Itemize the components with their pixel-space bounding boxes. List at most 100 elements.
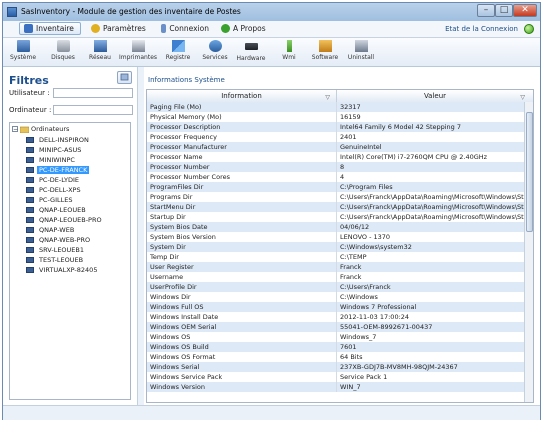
- minimize-button[interactable]: –: [477, 4, 495, 17]
- table-row[interactable]: Username Franck: [147, 272, 524, 282]
- app-window: SasInventory - Module de gestion des inv…: [2, 2, 541, 420]
- tool-uninstall[interactable]: Uninstall: [341, 40, 381, 66]
- table-row[interactable]: Windows OS Windows_7: [147, 332, 524, 342]
- table-row[interactable]: Windows OS Build 7601: [147, 342, 524, 352]
- table-row[interactable]: Programs Dir C:\Users\Franck\AppData\Roam…: [147, 192, 524, 202]
- tool-imprimantes[interactable]: Imprimantes: [118, 40, 158, 66]
- cell-information: Windows Install Date: [147, 312, 337, 322]
- app-icon: [7, 7, 17, 17]
- table-row[interactable]: Windows OEM Serial 55041-OEM-8992671-0043…: [147, 322, 524, 332]
- cell-information: Startup Dir: [147, 212, 337, 222]
- computer-icon: [26, 207, 34, 213]
- tree-item-computer[interactable]: QNAP-WEB-PRO: [26, 235, 92, 245]
- table-row[interactable]: Processor Frequency 2401: [147, 132, 524, 142]
- cell-information: Windows OS Format: [147, 352, 337, 362]
- tree-item-computer[interactable]: PC-DELL-XPS: [26, 185, 83, 195]
- cell-information: Processor Name: [147, 152, 337, 162]
- computer-icon: [26, 197, 34, 203]
- computer-icon: [26, 217, 34, 223]
- registry-icon: [171, 40, 185, 52]
- tool-wmi[interactable]: Wmi: [269, 40, 309, 66]
- column-header-value[interactable]: Valeur ▽: [337, 90, 533, 102]
- table-row[interactable]: Windows Dir C:\Windows: [147, 292, 524, 302]
- table-row[interactable]: Windows Full OS Windows 7 Professional: [147, 302, 524, 312]
- scrollbar-thumb[interactable]: [526, 112, 533, 232]
- tree-item-computer[interactable]: VIRTUALXP-82405: [26, 265, 99, 275]
- tool-services[interactable]: Services: [195, 40, 235, 66]
- tree-item-computer[interactable]: QNAP-LEOUEB: [26, 205, 88, 215]
- table-row[interactable]: Processor Number Cores 4: [147, 172, 524, 182]
- table-row[interactable]: ProgramFiles Dir C:\Program Files: [147, 182, 524, 192]
- tool-disques[interactable]: Disques: [43, 40, 83, 66]
- table-row[interactable]: System Bios Version LENOVO - 1370: [147, 232, 524, 242]
- tree-item-computer[interactable]: MINIWINPC: [26, 155, 77, 165]
- tool-hardware[interactable]: Hardware: [231, 40, 271, 66]
- tool-reseau[interactable]: Réseau: [80, 40, 120, 66]
- cell-information: Physical Memory (Mo): [147, 112, 337, 122]
- vertical-scrollbar[interactable]: [524, 102, 533, 402]
- table-row[interactable]: UserProfile Dir C:\Users\Franck: [147, 282, 524, 292]
- cell-value: C:\Windows: [340, 293, 378, 301]
- close-button[interactable]: ✕: [513, 4, 537, 17]
- table-row[interactable]: Physical Memory (Mo) 16159: [147, 112, 524, 122]
- tree-item-selected[interactable]: PC-DE-FRANCK: [26, 165, 90, 175]
- table-row[interactable]: Processor Number 8: [147, 162, 524, 172]
- about-icon: [221, 24, 230, 33]
- table-row[interactable]: StartMenu Dir C:\Users\Franck\AppData\Roa…: [147, 202, 524, 212]
- menu-parametres[interactable]: Paramètres: [87, 22, 151, 35]
- computer-icon: [26, 227, 34, 233]
- tool-systeme[interactable]: Système: [3, 40, 43, 66]
- menu-a-propos[interactable]: A Propos: [217, 22, 273, 35]
- printer-icon: [131, 40, 145, 52]
- tree-item-computer[interactable]: SRV-LEOUEB1: [26, 245, 86, 255]
- computers-tree[interactable]: − Ordinateurs DELL-INSPIRON MINIPC-ASUS …: [9, 122, 131, 400]
- computer-input[interactable]: [53, 105, 133, 115]
- tree-root[interactable]: − Ordinateurs: [12, 125, 69, 133]
- tree-item-computer[interactable]: TEST-LEOUEB: [26, 255, 85, 265]
- tree-item-computer[interactable]: QNAP-WEB: [26, 225, 76, 235]
- tool-software[interactable]: Software: [305, 40, 345, 66]
- computer-label: Ordinateur :: [9, 106, 52, 114]
- tool-registre[interactable]: Registre: [158, 40, 198, 66]
- table-row[interactable]: Windows Service Pack Service Pack 1: [147, 372, 524, 382]
- table-row[interactable]: Paging File (Mo) 32317: [147, 102, 524, 112]
- computer-icon: [26, 247, 34, 253]
- table-row[interactable]: System Bios Date 04/06/12: [147, 222, 524, 232]
- cell-information: System Bios Date: [147, 222, 337, 232]
- tree-item-computer[interactable]: PC-GILLES: [26, 195, 74, 205]
- cell-value: 64 Bits: [340, 353, 363, 361]
- info-title: Informations Système: [148, 76, 225, 84]
- collapse-icon[interactable]: −: [12, 126, 18, 133]
- table-row[interactable]: Windows Version WIN_7: [147, 382, 524, 392]
- tree-item-computer[interactable]: QNAP-LEOUEB-PRO: [26, 215, 104, 225]
- table-row[interactable]: Startup Dir C:\Users\Franck\AppData\Roami…: [147, 212, 524, 222]
- table-row[interactable]: Temp Dir C:\TEMP: [147, 252, 524, 262]
- cell-information: System Bios Version: [147, 232, 337, 242]
- user-input[interactable]: [53, 88, 133, 98]
- table-row[interactable]: Windows Install Date 2012-11-03 17:00:24: [147, 312, 524, 322]
- column-header-information[interactable]: Information ▽: [147, 90, 337, 102]
- table-row[interactable]: Processor Name Intel(R) Core(TM) i7-2760Q…: [147, 152, 524, 162]
- maximize-button[interactable]: □: [495, 4, 513, 17]
- table-row[interactable]: Windows OS Format 64 Bits: [147, 352, 524, 362]
- cell-value: 8: [340, 163, 345, 171]
- cell-value: C:\Users\Franck: [340, 283, 391, 291]
- table-row[interactable]: Processor Manufacturer GenuineIntel: [147, 142, 524, 152]
- table-row[interactable]: System Dir C:\Windows\system32: [147, 242, 524, 252]
- clear-filters-button[interactable]: [117, 71, 132, 84]
- tree-item-computer[interactable]: PC-DE-LYDIE: [26, 175, 81, 185]
- column-information-label: Information: [221, 92, 262, 100]
- tree-item-computer[interactable]: MINIPC-ASUS: [26, 145, 83, 155]
- connection-icon: [161, 24, 167, 33]
- menu-bar: Inventaire Paramètres Connexion A Propos…: [3, 21, 540, 38]
- table-row[interactable]: User Register Franck: [147, 262, 524, 272]
- table-row[interactable]: Windows Serial 237XB-GDJ7B-MV8MH-98QJM-24…: [147, 362, 524, 372]
- services-icon: [208, 40, 222, 52]
- tree-item-computer[interactable]: DELL-INSPIRON: [26, 135, 91, 145]
- tree-item-label: QNAP-WEB-PRO: [39, 236, 91, 244]
- menu-inventaire[interactable]: Inventaire: [19, 22, 81, 35]
- menu-connexion[interactable]: Connexion: [157, 22, 213, 35]
- table-row[interactable]: Processor Description Intel64 Family 6 Mo…: [147, 122, 524, 132]
- uninstall-icon: [354, 40, 368, 52]
- computer-icon: [26, 177, 34, 183]
